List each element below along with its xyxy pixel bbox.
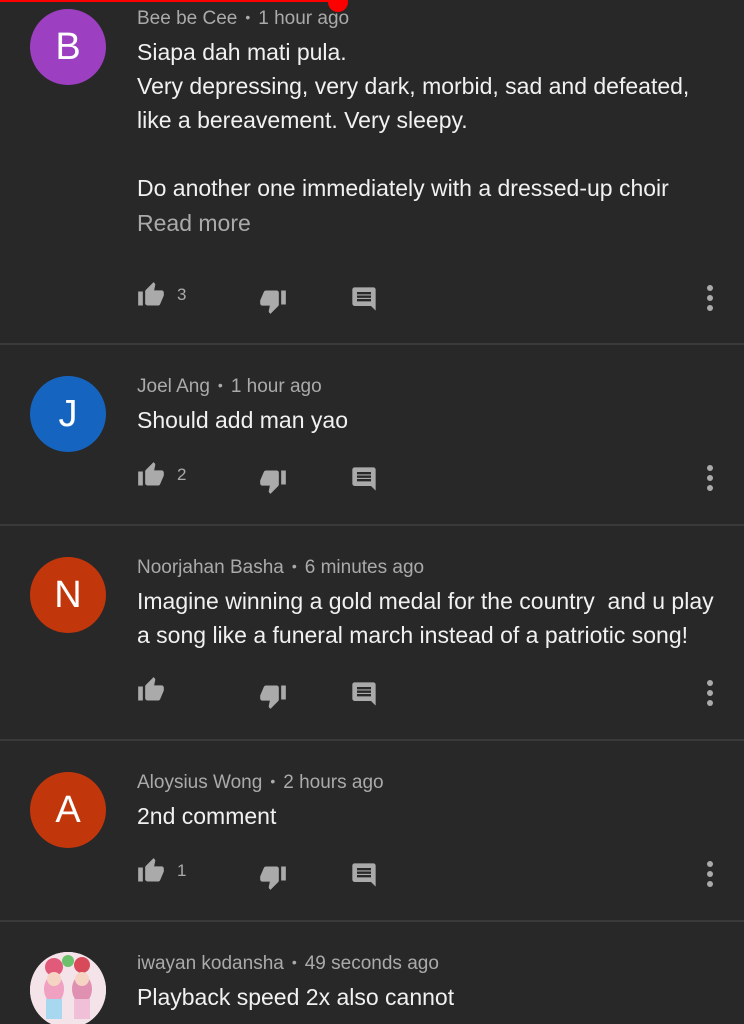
thumbs-down-icon <box>259 682 287 710</box>
thumbs-up-icon <box>137 676 165 704</box>
avatar-letter: N <box>54 573 82 616</box>
comment-time[interactable]: 1 hour ago <box>231 376 322 397</box>
like-button[interactable]: 3 <box>137 281 186 309</box>
meta-separator: • <box>217 377 223 393</box>
like-count: 3 <box>177 285 187 304</box>
thumbs-up-icon <box>137 857 165 885</box>
dislike-button[interactable] <box>259 287 287 315</box>
avatar-letter: J <box>58 392 78 435</box>
meta-separator: • <box>291 558 297 574</box>
avatar[interactable]: A <box>30 772 106 848</box>
avatar[interactable]: B <box>30 9 106 85</box>
avatar[interactable]: J <box>30 376 106 452</box>
like-button[interactable] <box>137 676 165 704</box>
meta-separator: • <box>245 9 251 25</box>
comment-text: Imagine winning a gold medal for the cou… <box>137 588 721 648</box>
comment-author[interactable]: Bee be Cee <box>137 8 237 29</box>
comment-text: Playback speed 2x also cannot <box>137 984 455 1010</box>
comment-text: 2nd comment <box>137 803 277 829</box>
more-options-button[interactable] <box>698 859 722 889</box>
reply-button[interactable] <box>350 861 378 889</box>
comment-item: J Joel Ang • 1 hour ago Should add man yao… <box>0 345 744 525</box>
more-options-button[interactable] <box>698 463 722 493</box>
meta-separator: • <box>291 954 297 970</box>
comment-time[interactable]: 2 hours ago <box>283 772 383 793</box>
comment-item: B Bee be Cee • 1 hour ago Siapa dah mati p… <box>0 0 744 344</box>
comment-meta: iwayan kodansha • 49 seconds ago <box>137 953 439 975</box>
avatar-letter: A <box>55 788 81 831</box>
more-vertical-icon <box>698 465 722 497</box>
like-count: 1 <box>177 861 187 880</box>
more-options-button[interactable] <box>698 283 722 313</box>
dislike-button[interactable] <box>259 863 287 891</box>
comment-reply-icon <box>350 680 378 708</box>
comment-time[interactable]: 6 minutes ago <box>305 557 424 578</box>
like-count: 2 <box>177 465 187 484</box>
thumbs-down-icon <box>259 863 287 891</box>
comment-reply-icon <box>350 861 378 889</box>
meta-separator: • <box>270 773 276 789</box>
more-options-button[interactable] <box>698 678 722 708</box>
reply-button[interactable] <box>350 680 378 708</box>
more-vertical-icon <box>698 285 722 317</box>
comment-author[interactable]: Aloysius Wong <box>137 772 262 793</box>
comment-time[interactable]: 49 seconds ago <box>305 953 439 974</box>
comment-item: A Aloysius Wong • 2 hours ago 2nd comment … <box>0 741 744 921</box>
photo-avatar-icon <box>30 952 106 1024</box>
comment-meta: Joel Ang • 1 hour ago <box>137 376 322 398</box>
thumbs-down-icon <box>259 287 287 315</box>
thumbs-up-icon <box>137 461 165 489</box>
comment-text: Siapa dah mati pula. Very depressing, ve… <box>137 39 690 201</box>
comment-meta: Noorjahan Basha • 6 minutes ago <box>137 557 424 579</box>
avatar[interactable] <box>30 952 106 1024</box>
thumbs-up-icon <box>137 281 165 309</box>
reply-button[interactable] <box>350 465 378 493</box>
comment-reply-icon <box>350 465 378 493</box>
comment-meta: Bee be Cee • 1 hour ago <box>137 8 349 30</box>
reply-button[interactable] <box>350 285 378 313</box>
thumbs-down-icon <box>259 467 287 495</box>
comment-item: N Noorjahan Basha • 6 minutes ago Imagine … <box>0 526 744 740</box>
comment-meta: Aloysius Wong • 2 hours ago <box>137 772 384 794</box>
avatar-letter: B <box>55 25 81 68</box>
more-vertical-icon <box>698 861 722 893</box>
like-button[interactable]: 2 <box>137 461 186 489</box>
comment-author[interactable]: Noorjahan Basha <box>137 557 284 578</box>
dislike-button[interactable] <box>259 467 287 495</box>
comment-item: iwayan kodansha • 49 seconds ago Playback … <box>0 922 744 1024</box>
like-button[interactable]: 1 <box>137 857 186 885</box>
comment-reply-icon <box>350 285 378 313</box>
comment-author[interactable]: Joel Ang <box>137 376 210 397</box>
avatar[interactable]: N <box>30 557 106 633</box>
more-vertical-icon <box>698 680 722 712</box>
comment-time[interactable]: 1 hour ago <box>258 8 349 29</box>
dislike-button[interactable] <box>259 682 287 710</box>
comment-text: Should add man yao <box>137 407 348 433</box>
read-more-link[interactable]: Read more <box>137 210 251 237</box>
comment-author[interactable]: iwayan kodansha <box>137 953 284 974</box>
